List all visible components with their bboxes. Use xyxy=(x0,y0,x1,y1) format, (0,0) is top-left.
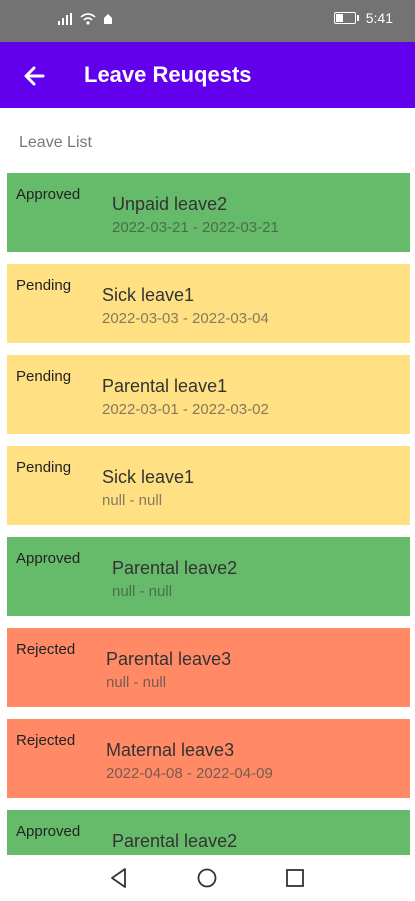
leave-dates: 2022-04-08 - 2022-04-09 xyxy=(106,765,273,782)
wifi-icon xyxy=(80,13,96,25)
leave-status: Approved xyxy=(16,550,81,567)
leave-list: Approved Unpaid leave2 2022-03-21 - 2022… xyxy=(7,173,410,901)
arrow-left-icon xyxy=(24,66,45,86)
leave-card[interactable]: Rejected Parental leave3 null - null xyxy=(7,628,410,707)
leave-card[interactable]: Pending Parental leave1 2022-03-01 - 202… xyxy=(7,355,410,434)
leave-card[interactable]: Approved Unpaid leave2 2022-03-21 - 2022… xyxy=(7,173,410,252)
status-right: 5:41 xyxy=(333,10,393,26)
leave-dates: 2022-03-03 - 2022-03-04 xyxy=(102,310,269,327)
nav-home-icon[interactable] xyxy=(194,865,220,891)
leave-dates: 2022-03-01 - 2022-03-02 xyxy=(102,401,269,418)
leave-dates: null - null xyxy=(102,492,163,509)
leave-name: Parental leave2 xyxy=(112,558,238,578)
status-icons xyxy=(58,13,114,25)
leave-status: Approved xyxy=(16,823,81,840)
app-bar: Leave Reuqests xyxy=(0,42,415,108)
leave-card[interactable]: Pending Sick leave1 2022-03-03 - 2022-03… xyxy=(7,264,410,343)
leave-status: Pending xyxy=(16,277,72,294)
leave-card[interactable]: Pending Sick leave1 null - null xyxy=(7,446,410,525)
system-nav-bar xyxy=(0,855,415,900)
leave-name: Sick leave1 xyxy=(102,467,195,487)
notification-icon xyxy=(104,14,112,24)
leave-card[interactable]: Rejected Maternal leave3 2022-04-08 - 20… xyxy=(7,719,410,798)
status-bar: 5:41 xyxy=(0,0,415,42)
leave-status: Rejected xyxy=(16,641,76,658)
page-title: Leave Reuqests xyxy=(84,62,252,87)
leave-name: Sick leave1 xyxy=(102,285,195,305)
battery-icon xyxy=(333,12,359,24)
leave-dates: 2022-03-21 - 2022-03-21 xyxy=(112,219,279,236)
leave-dates: null - null xyxy=(106,674,167,691)
clock: 5:41 xyxy=(365,10,393,26)
list-label: Leave List xyxy=(19,134,92,151)
leave-status: Pending xyxy=(16,459,72,476)
leave-name: Parental leave2 xyxy=(112,831,238,851)
back-button[interactable] xyxy=(18,60,50,92)
leave-name: Parental leave3 xyxy=(106,649,232,669)
leave-status: Pending xyxy=(16,368,72,385)
nav-back-icon[interactable] xyxy=(106,865,132,891)
leave-card[interactable]: Approved Parental leave2 null - null xyxy=(7,537,410,616)
leave-status: Approved xyxy=(16,186,81,203)
leave-name: Parental leave1 xyxy=(102,376,228,396)
nav-recents-icon[interactable] xyxy=(282,865,308,891)
leave-name: Maternal leave3 xyxy=(106,740,235,760)
signal-icon xyxy=(58,13,72,25)
leave-dates: null - null xyxy=(112,583,173,600)
leave-status: Rejected xyxy=(16,732,76,749)
leave-name: Unpaid leave2 xyxy=(112,194,228,214)
